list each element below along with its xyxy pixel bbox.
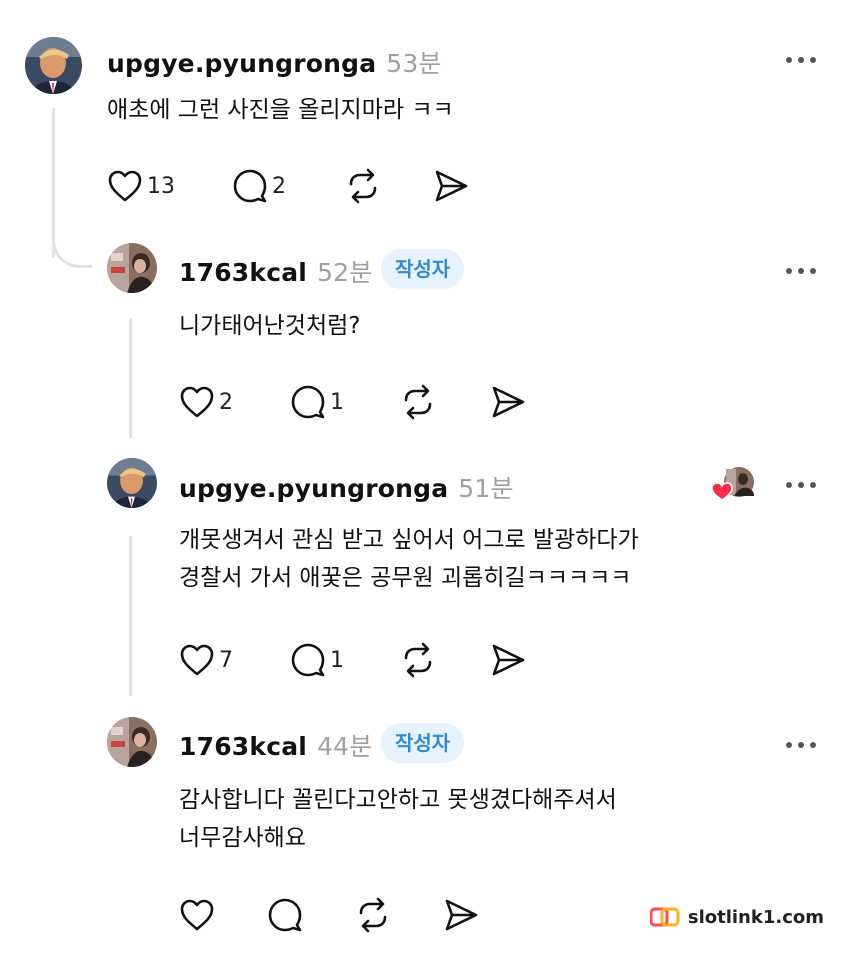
comment-text: 니가태어난것처럼? [179, 313, 361, 339]
share-button[interactable] [443, 895, 479, 935]
heart-icon [180, 386, 214, 418]
like-button[interactable] [179, 895, 215, 935]
watermark: slotlink1.com [649, 906, 824, 928]
repost-button[interactable] [345, 166, 381, 206]
reply-count: 2 [272, 173, 286, 199]
send-icon [492, 386, 525, 418]
send-icon [492, 644, 525, 676]
username-text[interactable]: upgye.pyungronga [179, 474, 448, 503]
avatar[interactable] [107, 243, 157, 293]
timestamp: 44분 [317, 732, 373, 761]
share-button[interactable] [433, 166, 469, 206]
more-dots-icon [786, 482, 792, 488]
username[interactable]: upgye.pyungronga 51분 [179, 469, 514, 505]
username-text[interactable]: 1763kcal [179, 258, 307, 287]
author-badge: 작성자 [381, 249, 465, 289]
repost-button[interactable] [400, 640, 436, 680]
comment-icon [291, 385, 325, 419]
like-count: 13 [147, 173, 175, 199]
photo-avatar-icon [107, 243, 157, 293]
avatar[interactable] [107, 717, 157, 767]
timestamp: 51분 [458, 474, 514, 503]
more-dots-icon [786, 742, 792, 748]
more-options-button[interactable] [786, 55, 816, 65]
like-button[interactable]: 7 [179, 640, 233, 680]
repost-button[interactable] [355, 895, 391, 935]
heart-icon [180, 644, 214, 676]
reply-button[interactable]: 2 [232, 166, 286, 206]
username-text[interactable]: upgye.pyungronga [107, 49, 376, 78]
send-icon [435, 170, 468, 202]
comment-text: 감사합니다 꼴린다고안하고 못생겼다해주셔서 너무감사해요 [179, 787, 617, 851]
author-badge: 작성자 [381, 723, 465, 763]
repost-icon [359, 897, 387, 933]
comment-icon [233, 169, 267, 203]
username[interactable]: 1763kcal 52분 [179, 253, 373, 289]
more-options-button[interactable] [786, 266, 816, 276]
username[interactable]: 1763kcal 44분 [179, 727, 373, 763]
photo-avatar-icon [107, 717, 157, 767]
more-dots-icon [786, 268, 792, 274]
thread-line-1-curve [52, 228, 92, 268]
like-button[interactable]: 2 [179, 382, 233, 422]
reply-count: 1 [330, 647, 344, 673]
comment-icon [268, 898, 302, 932]
thread-line-2 [129, 318, 132, 438]
heart-icon [108, 170, 142, 202]
watermark-logo-icon [649, 907, 680, 927]
thread-line-3 [129, 536, 132, 696]
trump-avatar-icon [25, 37, 82, 94]
username-text[interactable]: 1763kcal [179, 732, 307, 761]
like-count: 2 [219, 389, 233, 415]
reply-button[interactable]: 1 [290, 382, 344, 422]
more-dots-icon [786, 57, 792, 63]
like-button[interactable]: 13 [107, 166, 175, 206]
repost-button[interactable] [400, 382, 436, 422]
heart-icon [180, 899, 214, 931]
comment-icon [291, 643, 325, 677]
author-liked-heart-icon [711, 467, 754, 501]
comment-thread: upgye.pyungronga 53분 애초에 그런 사진을 올리지마라 ㅋㅋ … [0, 0, 850, 954]
reply-button[interactable] [267, 895, 303, 935]
comment-text: 애초에 그런 사진을 올리지마라 ㅋㅋ [107, 97, 454, 123]
repost-icon [404, 384, 432, 420]
comment-text: 개못생겨서 관심 받고 싶어서 어그로 발광하다가 경찰서 가서 애꿎은 공무원… [179, 527, 639, 591]
avatar[interactable] [107, 458, 157, 508]
repost-icon [404, 642, 432, 678]
timestamp: 53분 [386, 49, 442, 78]
reply-button[interactable]: 1 [290, 640, 344, 680]
avatar[interactable] [25, 37, 82, 94]
repost-icon [349, 168, 377, 204]
watermark-text: slotlink1.com [687, 906, 824, 928]
send-icon [445, 899, 478, 931]
like-count: 7 [219, 647, 233, 673]
username[interactable]: upgye.pyungronga 53분 [107, 44, 442, 80]
reply-count: 1 [330, 389, 344, 415]
share-button[interactable] [490, 640, 526, 680]
more-options-button[interactable] [786, 480, 816, 490]
author-liked-indicator [711, 466, 754, 501]
share-button[interactable] [490, 382, 526, 422]
trump-avatar-icon [107, 458, 157, 508]
more-options-button[interactable] [786, 740, 816, 750]
timestamp: 52분 [317, 258, 373, 287]
